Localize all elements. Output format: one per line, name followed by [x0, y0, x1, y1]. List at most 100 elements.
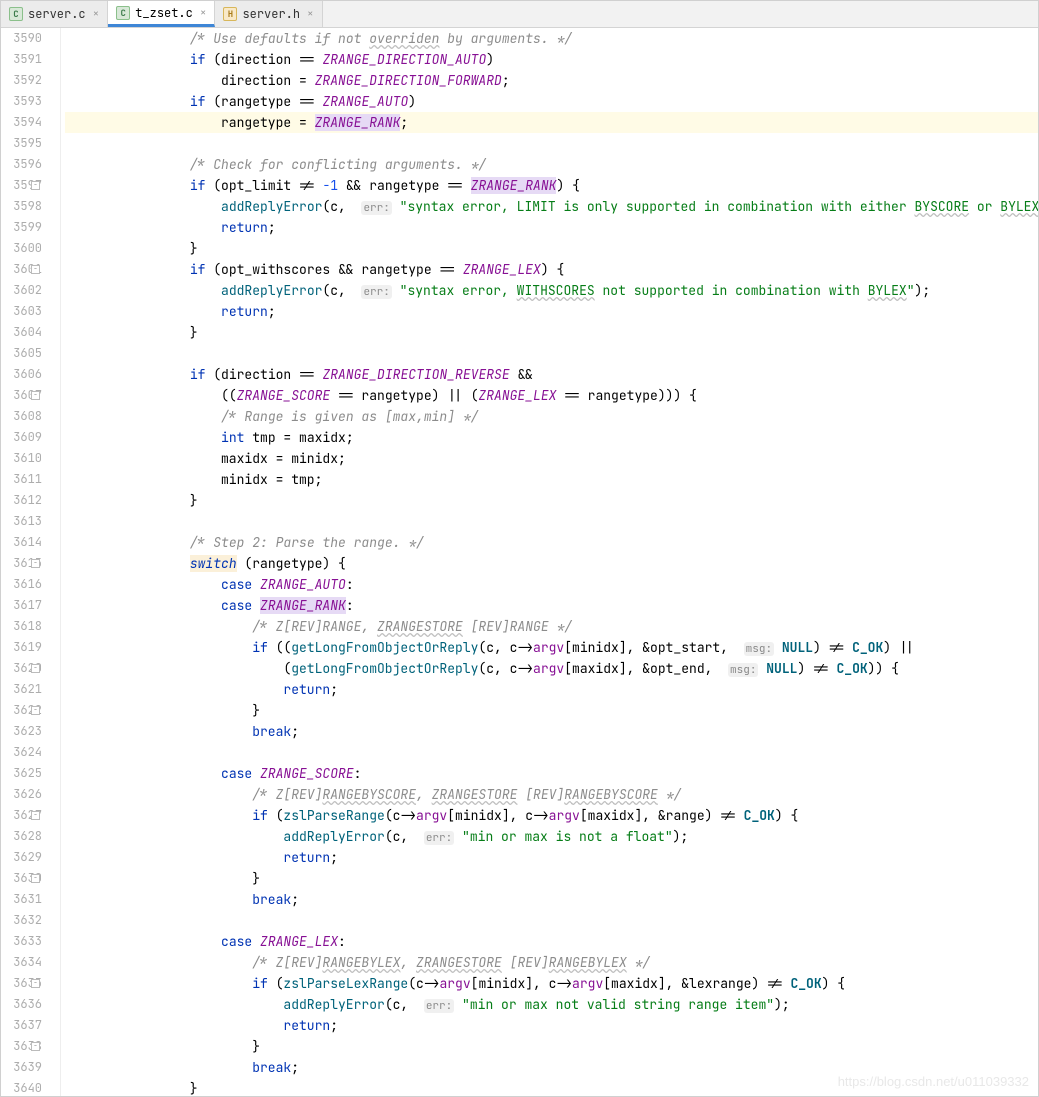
code-line[interactable]: } — [65, 322, 1038, 343]
fold-icon[interactable]: − — [31, 1042, 40, 1051]
file-type-icon: C — [116, 6, 130, 20]
line-number: 3593 — [1, 91, 42, 112]
line-number: 3590 — [1, 28, 42, 49]
code-line[interactable]: if (zslParseRange(c->argv[minidx], c->ar… — [65, 805, 1038, 826]
code-line[interactable]: maxidx = minidx; — [65, 448, 1038, 469]
code-line[interactable]: rangetype = ZRANGE_RANK; — [65, 112, 1038, 133]
code-line[interactable]: if (opt_withscores && rangetype == ZRANG… — [65, 259, 1038, 280]
fold-icon[interactable]: − — [31, 265, 40, 274]
line-number: 3627− — [1, 805, 42, 826]
close-icon[interactable]: × — [93, 7, 100, 21]
line-number: 3637 — [1, 1015, 42, 1036]
code-line[interactable]: /* Z[REV]RANGEBYSCORE, ZRANGESTORE [REV]… — [65, 784, 1038, 805]
code-line[interactable]: return; — [65, 1015, 1038, 1036]
code-line[interactable]: int tmp = maxidx; — [65, 427, 1038, 448]
line-number: 3622− — [1, 700, 42, 721]
code-line[interactable]: /* Use defaults if not overriden by argu… — [65, 28, 1038, 49]
line-number: 3634 — [1, 952, 42, 973]
code-line[interactable]: } — [65, 490, 1038, 511]
line-number: 3635− — [1, 973, 42, 994]
code-line[interactable]: } — [65, 238, 1038, 259]
code-line[interactable]: } — [65, 700, 1038, 721]
code-line[interactable]: } — [65, 1078, 1038, 1096]
code-line[interactable]: } — [65, 868, 1038, 889]
line-number: 3617 — [1, 595, 42, 616]
tab-server-c[interactable]: Cserver.c× — [1, 1, 108, 27]
fold-icon[interactable]: − — [31, 181, 40, 190]
tab-server-h[interactable]: Hserver.h × — [215, 1, 322, 27]
tab-label: server.c — [28, 6, 86, 22]
code-line[interactable]: (getLongFromObjectOrReply(c, c->argv[max… — [65, 658, 1038, 679]
code-line[interactable]: /* Z[REV]RANGE, ZRANGESTORE [REV]RANGE *… — [65, 616, 1038, 637]
line-number: 3596 — [1, 154, 42, 175]
code-line[interactable]: /* Step 2: Parse the range. */ — [65, 532, 1038, 553]
line-number: 3613 — [1, 511, 42, 532]
code-line[interactable]: if (direction == ZRANGE_DIRECTION_AUTO) — [65, 49, 1038, 70]
fold-icon[interactable]: − — [31, 874, 40, 883]
line-number: 3639 — [1, 1057, 42, 1078]
code-line[interactable] — [65, 343, 1038, 364]
line-number: 3636 — [1, 994, 42, 1015]
code-line[interactable]: /* Range is given as [max,min] */ — [65, 406, 1038, 427]
code-line[interactable]: break; — [65, 889, 1038, 910]
code-line[interactable]: /* Check for conflicting arguments. */ — [65, 154, 1038, 175]
code-line[interactable]: if (opt_limit != -1 && rangetype == ZRAN… — [65, 175, 1038, 196]
code-line[interactable]: ((ZRANGE_SCORE == rangetype) || (ZRANGE_… — [65, 385, 1038, 406]
code-line[interactable]: addReplyError(c, err: "min or max not va… — [65, 994, 1038, 1015]
line-number: 3607− — [1, 385, 42, 406]
code-line[interactable]: case ZRANGE_SCORE: — [65, 763, 1038, 784]
fold-icon[interactable]: − — [31, 391, 40, 400]
code-line[interactable]: case ZRANGE_RANK: — [65, 595, 1038, 616]
code-line[interactable]: direction = ZRANGE_DIRECTION_FORWARD; — [65, 70, 1038, 91]
line-number: 3623 — [1, 721, 42, 742]
line-number: 3619 — [1, 637, 42, 658]
line-number: 3614 — [1, 532, 42, 553]
close-icon[interactable]: × — [200, 6, 207, 20]
code-line[interactable] — [65, 133, 1038, 154]
code-line[interactable]: addReplyError(c, err: "min or max is not… — [65, 826, 1038, 847]
file-type-icon: H — [223, 7, 237, 21]
code-line[interactable] — [65, 742, 1038, 763]
code-line[interactable]: case ZRANGE_LEX: — [65, 931, 1038, 952]
close-icon[interactable]: × — [307, 7, 314, 21]
fold-icon[interactable]: − — [31, 706, 40, 715]
code-line[interactable]: if (rangetype == ZRANGE_AUTO) — [65, 91, 1038, 112]
fold-icon[interactable]: − — [31, 664, 40, 673]
code-line[interactable]: if (zslParseLexRange(c->argv[minidx], c-… — [65, 973, 1038, 994]
code-line[interactable]: break; — [65, 1057, 1038, 1078]
code-line[interactable]: minidx = tmp; — [65, 469, 1038, 490]
tab-label: server.h — [242, 6, 300, 22]
code-line[interactable]: return; — [65, 301, 1038, 322]
code-line[interactable]: return; — [65, 679, 1038, 700]
editor-area: 35903591359235933594359535963597−3598359… — [1, 28, 1038, 1096]
code-line[interactable]: return; — [65, 217, 1038, 238]
line-number: 3625 — [1, 763, 42, 784]
editor-window: Cserver.c×Ct_zset.c×Hserver.h× 359035913… — [0, 0, 1039, 1097]
fold-icon[interactable]: − — [31, 979, 40, 988]
code-line[interactable] — [65, 910, 1038, 931]
fold-icon[interactable]: − — [31, 559, 40, 568]
code-line[interactable]: return; — [65, 847, 1038, 868]
tab-t_zset-c[interactable]: Ct_zset.c× — [108, 1, 215, 27]
fold-icon[interactable]: − — [31, 811, 40, 820]
code-line[interactable]: addReplyError(c, err: "syntax error, WIT… — [65, 280, 1038, 301]
line-number: 3626 — [1, 784, 42, 805]
tab-bar: Cserver.c×Ct_zset.c×Hserver.h× — [1, 1, 1038, 28]
line-number: 3609 — [1, 427, 42, 448]
code-line[interactable]: if ((getLongFromObjectOrReply(c, c->argv… — [65, 637, 1038, 658]
code-line[interactable]: } — [65, 1036, 1038, 1057]
code-line[interactable]: if (direction == ZRANGE_DIRECTION_REVERS… — [65, 364, 1038, 385]
line-number: 3618 — [1, 616, 42, 637]
line-number: 3603 — [1, 301, 42, 322]
line-number: 3640 — [1, 1078, 42, 1096]
line-number: 3638− — [1, 1036, 42, 1057]
code-view[interactable]: /* Use defaults if not overriden by argu… — [61, 28, 1038, 1096]
code-line[interactable]: break; — [65, 721, 1038, 742]
line-number: 3621 — [1, 679, 42, 700]
code-line[interactable]: addReplyError(c, err: "syntax error, LIM… — [65, 196, 1038, 217]
code-line[interactable]: /* Z[REV]RANGEBYLEX, ZRANGESTORE [REV]RA… — [65, 952, 1038, 973]
code-line[interactable]: switch (rangetype) { — [65, 553, 1038, 574]
line-number: 3592 — [1, 70, 42, 91]
code-line[interactable] — [65, 511, 1038, 532]
code-line[interactable]: case ZRANGE_AUTO: — [65, 574, 1038, 595]
